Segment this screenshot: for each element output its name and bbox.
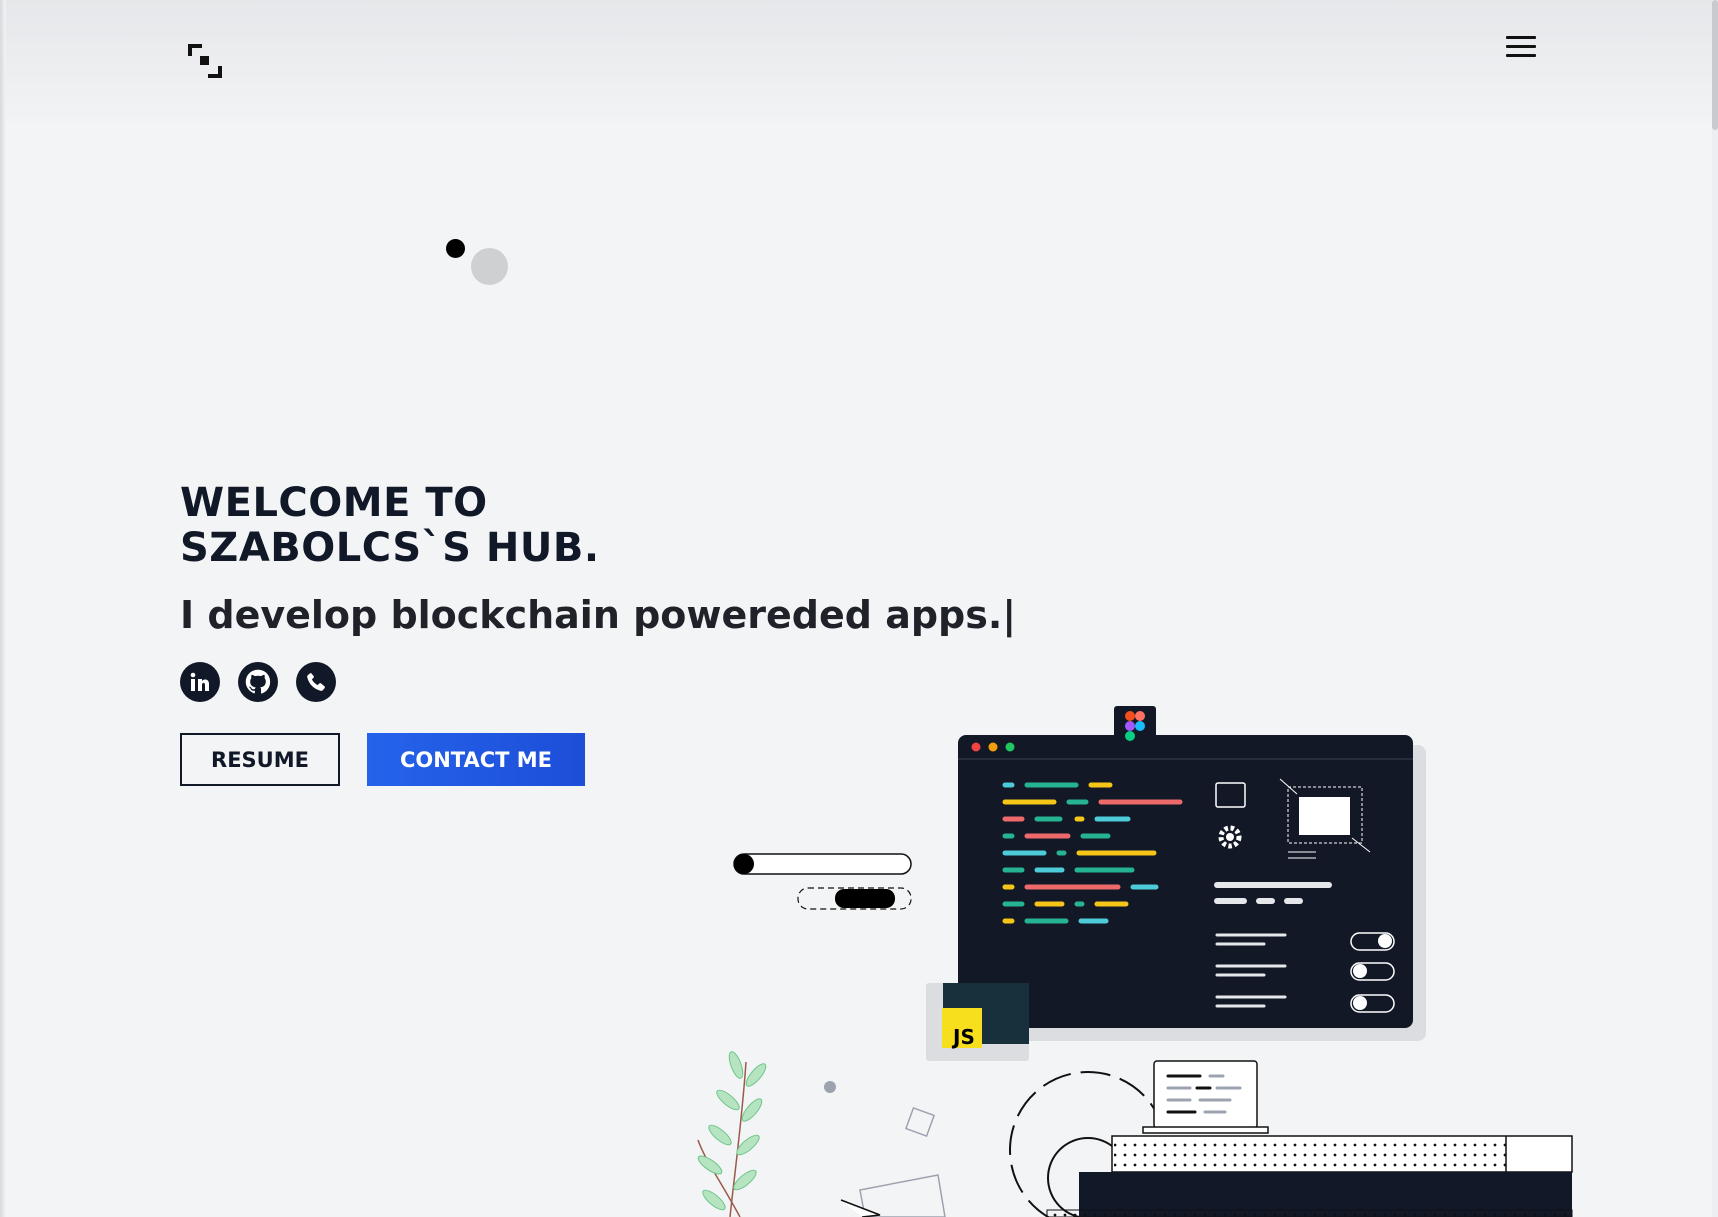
menu-bar xyxy=(1506,54,1536,57)
menu-bar xyxy=(1506,36,1536,39)
menu-bar xyxy=(1506,45,1536,48)
developer-illustration: JS xyxy=(697,706,1573,1217)
hamburger-menu-icon[interactable] xyxy=(1506,36,1536,62)
phone-icon[interactable] xyxy=(296,662,336,702)
hero-title-line1: WELCOME TO xyxy=(180,480,488,526)
scrollbar[interactable] xyxy=(1712,0,1718,1217)
left-edge-shadow xyxy=(0,0,6,1217)
hero-title-line2: SZABOLCS`S HUB. xyxy=(180,525,600,571)
resume-button[interactable]: RESUME xyxy=(180,733,340,786)
top-bar xyxy=(0,0,1718,130)
scrollbar-thumb[interactable] xyxy=(1712,0,1718,130)
cursor-dot xyxy=(446,239,465,258)
hero-title: WELCOME TO SZABOLCS`S HUB. xyxy=(180,481,980,571)
github-icon[interactable] xyxy=(238,662,278,702)
logo-icon[interactable] xyxy=(188,44,222,78)
social-links xyxy=(180,662,336,702)
cursor-ring xyxy=(471,248,508,285)
hero-tagline: I develop blockchain powereded apps.| xyxy=(180,593,1017,637)
contact-me-button[interactable]: CONTACT ME xyxy=(367,733,585,786)
linkedin-icon[interactable] xyxy=(180,662,220,702)
js-badge-label: JS xyxy=(951,1025,975,1049)
